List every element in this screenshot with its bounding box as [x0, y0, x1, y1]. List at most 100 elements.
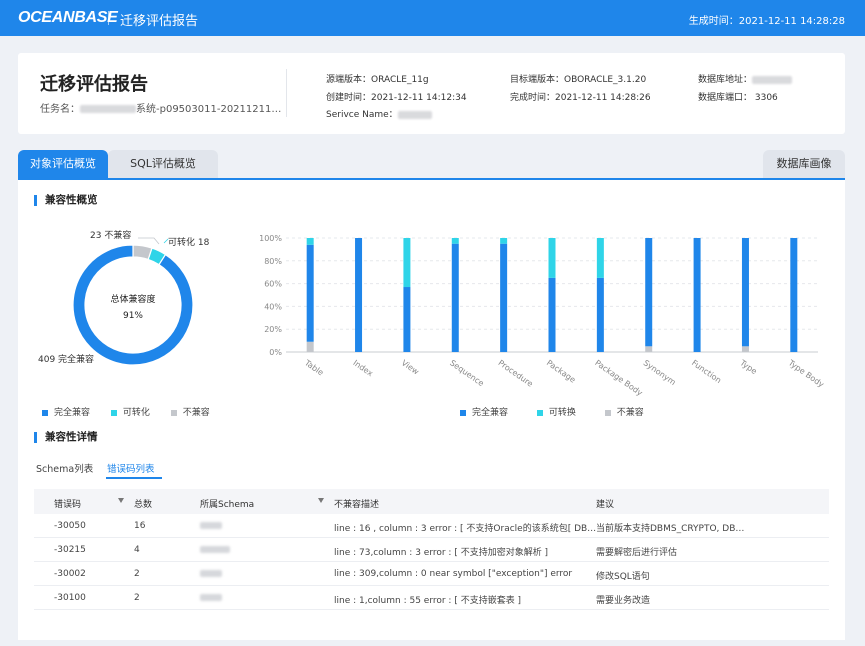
- compat-details-heading: 兼容性详情: [34, 432, 98, 443]
- tab-sql-overview[interactable]: SQL评估概览: [108, 150, 218, 178]
- source-version: 源端版本：ORACLE_11g: [326, 75, 429, 85]
- bar-package-body-compatible[interactable]: [596, 277, 604, 352]
- legend-swatch: [42, 409, 48, 416]
- legend-label: 完全兼容: [472, 408, 509, 418]
- bar-view-convertible[interactable]: [403, 238, 411, 288]
- bar-package-body-convertible[interactable]: [596, 238, 604, 278]
- table-row[interactable]: -30215 4 line : 73,column : 3 error : [ …: [34, 538, 829, 562]
- cell-description: line : 16 , column : 3 error : [ 不支持Orac…: [334, 524, 597, 534]
- bar-sequence-compatible[interactable]: [451, 243, 459, 352]
- tab-object-overview[interactable]: 对象评估概览: [18, 150, 108, 178]
- filter-icon[interactable]: [318, 498, 324, 503]
- completed-time: 完成时间：2021-12-11 14:28:26: [510, 93, 651, 103]
- bar-table-incompatible[interactable]: [306, 341, 314, 352]
- cell-count: 16: [134, 521, 146, 531]
- info-divider: [286, 69, 287, 117]
- subtab-error-code-list[interactable]: 错误码列表: [107, 461, 155, 475]
- cell-advice: 需要业务改造: [596, 596, 651, 606]
- donut-legend: 完全兼容 可转化 不兼容: [42, 405, 228, 418]
- donut-slice-compatible[interactable]: [72, 244, 194, 366]
- legend-convertible: 可转化: [110, 405, 150, 418]
- generated-time: 生成时间：2021-12-11 14:28:28: [688, 16, 845, 27]
- legend-incompatible: 不兼容: [170, 405, 210, 418]
- legend-label: 可转换: [548, 408, 576, 418]
- legend-convertible: 可转换: [536, 405, 576, 418]
- legend-compatible: 完全兼容: [460, 405, 508, 418]
- y-tick-label: 20%: [264, 325, 282, 334]
- oceanbase-logo: OCEANBASE: [18, 9, 118, 26]
- subtab-schema-list[interactable]: Schema列表: [36, 461, 93, 475]
- donut-leader-lines: [138, 237, 169, 245]
- x-tick-label: Function: [690, 358, 723, 385]
- service-name-label: Serivce Name：: [326, 110, 398, 120]
- report-title: 迁移评估报告: [40, 74, 148, 95]
- col-error-code: 错误码: [54, 500, 82, 510]
- bar-synonym-compatible[interactable]: [645, 238, 653, 347]
- top-bar: OCEANBASE 迁移评估报告 生成时间：2021-12-11 14:28:2…: [0, 0, 865, 36]
- bar-table-compatible[interactable]: [306, 244, 314, 342]
- x-tick-label: Synonym: [642, 358, 678, 387]
- legend-swatch: [170, 409, 177, 416]
- table-header: 错误码 总数 所属Schema 不兼容描述 建议: [34, 489, 829, 514]
- task-name-label: 任务名：: [40, 104, 80, 115]
- y-tick-label: 100%: [259, 234, 282, 243]
- compat-bar-chart: 0% 20% 40% 60% 80% 100% Table Index View Sequence…: [259, 234, 826, 398]
- bar-type-compatible[interactable]: [741, 238, 749, 347]
- cell-error-code: -30215: [54, 545, 86, 555]
- bar-table-convertible[interactable]: [306, 238, 314, 245]
- col-schema: 所属Schema: [200, 500, 255, 510]
- cell-description: line : 1,column : 55 error : [ 不支持嵌套表 ]: [334, 596, 522, 606]
- filter-icon[interactable]: [118, 498, 124, 503]
- bar-type-body-compatible[interactable]: [790, 238, 798, 352]
- redacted-task: [80, 105, 136, 113]
- task-name: 任务名： 系统-p09503011-20211211…: [40, 100, 281, 115]
- created-time: 创建时间：2021-12-11 14:12:34: [326, 93, 467, 103]
- legend-label: 不兼容: [616, 408, 644, 418]
- db-address-label: 数据库地址：: [698, 75, 753, 85]
- bar-sequence-convertible[interactable]: [451, 238, 459, 244]
- db-port: 数据库端口： 3306: [698, 93, 778, 103]
- y-tick-label: 60%: [264, 280, 282, 289]
- legend-swatch: [110, 409, 117, 416]
- x-tick-label: Index: [351, 358, 374, 378]
- x-tick-label: View: [400, 358, 421, 377]
- bar-view-compatible[interactable]: [403, 287, 411, 352]
- table-row[interactable]: -30100 2 line : 1,column : 55 error : [ …: [34, 586, 829, 610]
- legend-label: 可转化: [122, 408, 150, 418]
- bar-package-convertible[interactable]: [548, 238, 556, 278]
- legend-label: 完全兼容: [54, 408, 91, 418]
- cell-advice: 当前版本支持DBMS_CRYPTO, DB…: [596, 524, 745, 534]
- col-advice: 建议: [596, 500, 615, 510]
- bar-synonym-incompatible[interactable]: [645, 346, 653, 352]
- cell-count: 2: [134, 593, 140, 603]
- cell-error-code: -30100: [54, 593, 86, 603]
- x-tick-label: Procedure: [496, 358, 534, 388]
- bar-procedure-compatible[interactable]: [500, 243, 508, 352]
- target-version: 目标端版本：OBORACLE_3.1.20: [510, 75, 647, 85]
- redacted-schema: [200, 594, 222, 601]
- bar-index-compatible[interactable]: [355, 238, 363, 352]
- y-tick-label: 80%: [264, 257, 282, 266]
- table-row[interactable]: -30050 16 line : 16 , column : 3 error :…: [34, 514, 829, 538]
- bar-procedure-convertible[interactable]: [500, 238, 508, 244]
- bar-function-compatible[interactable]: [693, 238, 701, 352]
- compat-overview-heading: 兼容性概览: [34, 195, 98, 206]
- cell-description: line : 73,column : 3 error : [ 不支持加密对象解析…: [334, 548, 549, 558]
- legend-swatch: [536, 409, 543, 416]
- redacted-schema: [200, 522, 222, 529]
- header-divider: [108, 11, 109, 25]
- cell-error-code: -30002: [54, 569, 86, 579]
- db-address: 数据库地址：: [698, 72, 793, 85]
- cell-error-code: -30050: [54, 521, 86, 531]
- cell-description: line : 309,column : 0 near symbol ["exce…: [334, 569, 573, 579]
- bar-type-incompatible[interactable]: [741, 346, 749, 352]
- bar-legend: 完全兼容 可转换 不兼容: [460, 405, 662, 418]
- bar-package-compatible[interactable]: [548, 277, 556, 352]
- active-subtab-indicator: [106, 477, 162, 479]
- cell-advice: 需要解密后进行评估: [596, 548, 678, 558]
- tab-db-profile[interactable]: 数据库画像: [763, 150, 845, 178]
- donut-label-compatible: 409 完全兼容: [38, 355, 95, 365]
- x-tick-label: Type: [737, 358, 758, 377]
- table-row[interactable]: -30002 2 line : 309,column : 0 near symb…: [34, 562, 829, 586]
- redacted-schema: [200, 546, 230, 553]
